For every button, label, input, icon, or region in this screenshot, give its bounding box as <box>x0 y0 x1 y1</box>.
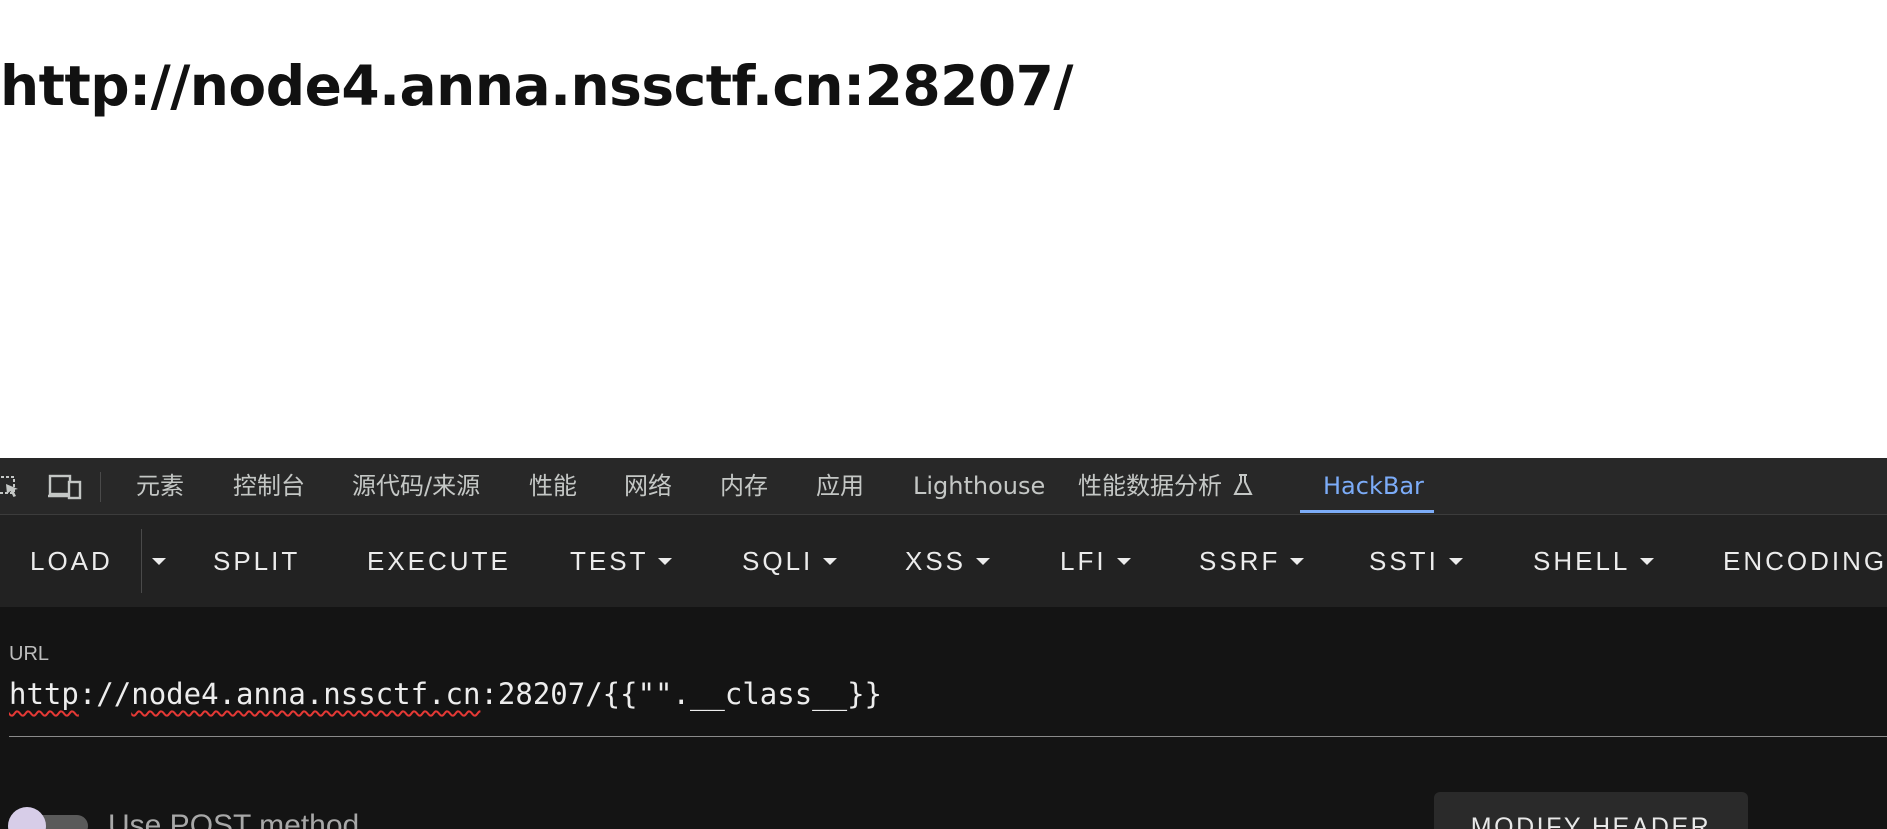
tab-application[interactable]: 应用 <box>816 458 864 514</box>
tab-console[interactable]: 控制台 <box>233 458 305 514</box>
shell-menu-label: SHELL <box>1533 546 1631 576</box>
tab-network[interactable]: 网络 <box>624 458 672 514</box>
tab-performance-insights[interactable]: 性能数据分析 <box>1078 458 1254 514</box>
lfi-menu-button[interactable]: LFI <box>1060 515 1131 607</box>
toolbar-divider <box>100 472 101 502</box>
url-input[interactable]: http://node4.anna.nssctf.cn:28207/{{""._… <box>9 677 882 711</box>
sqli-menu-button[interactable]: SQLI <box>742 515 838 607</box>
tab-performance[interactable]: 性能 <box>529 458 577 514</box>
lfi-menu-label: LFI <box>1060 546 1107 576</box>
ssrf-menu-button[interactable]: SSRF <box>1199 515 1305 607</box>
execute-button[interactable]: EXECUTE <box>367 515 511 607</box>
ssti-menu-label: SSTI <box>1369 546 1439 576</box>
device-toolbar-icon[interactable] <box>48 474 82 500</box>
sqli-menu-label: SQLI <box>742 546 814 576</box>
post-method-label: Use POST method <box>108 809 360 829</box>
chevron-down-icon <box>1116 558 1131 565</box>
load-dropdown-button[interactable] <box>152 515 166 607</box>
hackbar-body: URL http://node4.anna.nssctf.cn:28207/{{… <box>0 607 1887 829</box>
split-button[interactable]: SPLIT <box>213 515 300 607</box>
url-field-label: URL <box>9 643 50 665</box>
devtools-tabbar: 元素 控制台 源代码/来源 性能 网络 内存 应用 Lighthouse 性能数… <box>0 458 1887 515</box>
chevron-down-icon <box>658 558 673 565</box>
chevron-down-icon <box>152 558 166 565</box>
devtools-panel: 元素 控制台 源代码/来源 性能 网络 内存 应用 Lighthouse 性能数… <box>0 458 1887 829</box>
toggle-thumb <box>8 807 46 829</box>
hackbar-toolbar: LOAD SPLIT EXECUTE TEST SQLI XSS LFI SSR… <box>0 515 1887 607</box>
chevron-down-icon <box>976 558 991 565</box>
chevron-down-icon <box>1290 558 1305 565</box>
test-menu-label: TEST <box>570 546 649 576</box>
flask-icon <box>1232 461 1254 517</box>
xss-menu-label: XSS <box>905 546 967 576</box>
encoding-menu-button[interactable]: ENCODING <box>1723 515 1887 607</box>
url-input-underline <box>9 736 1887 737</box>
post-method-toggle[interactable] <box>4 807 88 829</box>
active-tab-indicator <box>1300 510 1434 513</box>
xss-menu-button[interactable]: XSS <box>905 515 991 607</box>
inspect-element-icon[interactable] <box>0 474 22 498</box>
tab-lighthouse[interactable]: Lighthouse <box>913 458 1045 514</box>
chevron-down-icon <box>1640 558 1655 565</box>
tab-memory[interactable]: 内存 <box>720 458 768 514</box>
webpage-viewport: http://node4.anna.nssctf.cn:28207/ <box>0 0 1887 458</box>
chevron-down-icon <box>823 558 838 565</box>
tab-hackbar[interactable]: HackBar <box>1323 458 1424 514</box>
tab-sources[interactable]: 源代码/来源 <box>352 458 480 514</box>
page-heading: http://node4.anna.nssctf.cn:28207/ <box>0 54 1074 118</box>
load-divider <box>141 529 142 593</box>
shell-menu-button[interactable]: SHELL <box>1533 515 1655 607</box>
url-part-host: node4.anna.nssctf.cn <box>131 677 481 711</box>
url-part-path: :28207/{{"".__class__}} <box>480 677 883 711</box>
load-button[interactable]: LOAD <box>30 515 113 607</box>
url-part-scheme: http <box>9 677 79 711</box>
tab-performance-insights-label: 性能数据分析 <box>1078 472 1222 500</box>
url-part-separator: :// <box>78 677 132 711</box>
test-menu-button[interactable]: TEST <box>570 515 673 607</box>
chevron-down-icon <box>1448 558 1463 565</box>
tab-elements[interactable]: 元素 <box>136 458 184 514</box>
ssrf-menu-label: SSRF <box>1199 546 1281 576</box>
ssti-menu-button[interactable]: SSTI <box>1369 515 1463 607</box>
modify-header-button[interactable]: MODIFY HEADER <box>1434 792 1748 829</box>
